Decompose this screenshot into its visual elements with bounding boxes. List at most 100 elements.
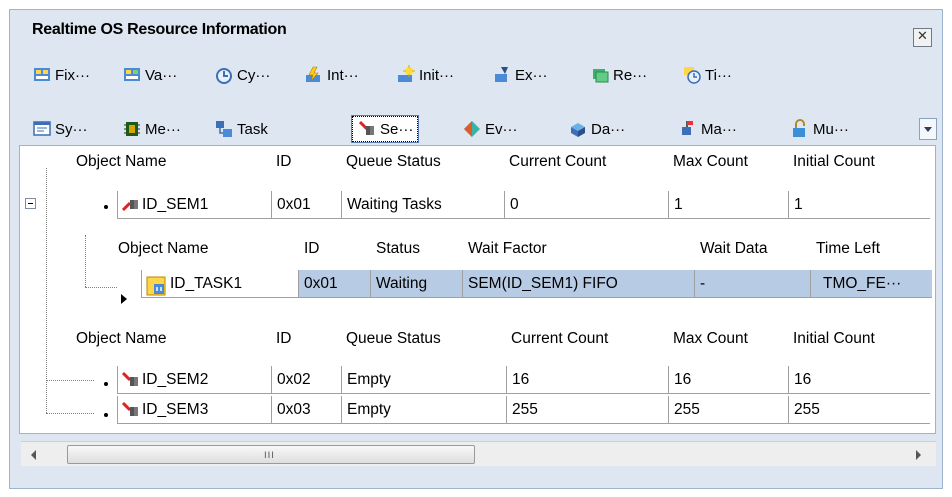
row-bullet (104, 382, 108, 386)
ready-queue-icon (590, 65, 610, 85)
scrollbar-thumb[interactable]: III (67, 445, 475, 464)
toolbar-variable-memory-button[interactable]: Va··· (122, 62, 177, 88)
table-row[interactable]: ID_SEM1 0x01 Waiting Tasks 0 1 1 (117, 191, 930, 219)
toolbar-label: Da··· (591, 120, 626, 138)
column-header-queue-status[interactable]: Queue Status (340, 325, 505, 353)
cell-initial-count: 16 (789, 366, 930, 394)
toolbar-eventflag-button[interactable]: Ev··· (462, 116, 518, 142)
column-header-current-count[interactable]: Current Count (503, 148, 667, 176)
toolbar-init-button[interactable]: Init··· (396, 62, 454, 88)
column-header-id[interactable]: ID (270, 325, 340, 353)
row-bullet (104, 413, 108, 417)
toolbar-cyclic-button[interactable]: Cy··· (214, 62, 270, 88)
toolbar-mailbox-button[interactable]: Ma··· (678, 116, 737, 142)
cell-max-count: 16 (669, 366, 789, 394)
column-header-initial-count[interactable]: Initial Count (787, 325, 930, 353)
exception-icon (492, 65, 512, 85)
cell-time-left: TMO_FE··· (811, 270, 932, 298)
toolbar-exception-button[interactable]: Ex··· (492, 62, 548, 88)
cell-queue-status: Waiting Tasks (342, 191, 505, 219)
scroll-left-icon[interactable] (31, 450, 36, 460)
column-header-object-name[interactable]: Object Name (70, 148, 270, 176)
system-state-icon (32, 119, 52, 139)
cell-id: 0x01 (299, 270, 371, 298)
cell-max-count: 255 (669, 396, 789, 424)
mailbox-icon (678, 119, 698, 139)
column-header-object-name[interactable]: Object Name (112, 235, 298, 263)
scroll-right-icon[interactable] (916, 450, 921, 460)
horizontal-scrollbar[interactable]: III (21, 441, 936, 466)
toolbar-label: Re··· (613, 66, 648, 84)
toolbar-task-button[interactable]: Task (214, 116, 268, 142)
toolbar-mutex-button[interactable]: Mu··· (790, 116, 849, 142)
column-header-id[interactable]: ID (270, 148, 340, 176)
toolbar-semaphore-button[interactable]: Se··· (350, 115, 420, 143)
semaphore-table-header: Object Name ID Queue Status Current Coun… (70, 148, 930, 176)
cell-object-name: ID_SEM3 (117, 396, 272, 424)
semaphore-icon (121, 401, 139, 419)
toolbar-label: Ti··· (705, 66, 732, 84)
table-row[interactable]: ID_SEM3 0x03 Empty 255 255 255 (117, 396, 930, 424)
column-header-queue-status[interactable]: Queue Status (340, 148, 503, 176)
toolbar-system-state-button[interactable]: Sy··· (32, 116, 88, 142)
cell-max-count: 1 (669, 191, 789, 219)
semaphore-icon (121, 371, 139, 389)
cell-id: 0x03 (272, 396, 342, 424)
toolbar-label: Me··· (145, 120, 181, 138)
column-header-id[interactable]: ID (298, 235, 370, 263)
table-row[interactable]: ID_SEM2 0x02 Empty 16 16 16 (117, 366, 930, 394)
toolbar-label: Va··· (145, 66, 178, 84)
column-header-current-count[interactable]: Current Count (505, 325, 667, 353)
toolbar-overflow-button[interactable] (919, 118, 937, 140)
cell-wait-factor: SEM(ID_SEM1) FIFO (463, 270, 695, 298)
cell-current-count: 16 (507, 366, 669, 394)
table-row[interactable]: ID_TASK1 0x01 Waiting SEM(ID_SEM1) FIFO … (141, 270, 932, 298)
collapse-toggle[interactable] (25, 198, 36, 209)
tree-line (85, 235, 86, 287)
cell-id: 0x02 (272, 366, 342, 394)
toolbar-memory-button[interactable]: Me··· (122, 116, 181, 142)
toolbar-ready-queue-button[interactable]: Re··· (590, 62, 647, 88)
column-header-object-name[interactable]: Object Name (70, 325, 270, 353)
column-header-max-count[interactable]: Max Count (667, 325, 787, 353)
column-header-time-left[interactable]: Time Left (810, 235, 932, 263)
semaphore-icon (357, 119, 377, 139)
toolbar-label: Cy··· (237, 66, 271, 84)
close-button[interactable]: ✕ (913, 28, 932, 47)
interrupt-handler-icon (304, 65, 324, 85)
semaphore-icon (121, 196, 139, 214)
column-header-max-count[interactable]: Max Count (667, 148, 787, 176)
tree-line (46, 413, 94, 414)
tree-line (46, 380, 94, 381)
tree-line (46, 168, 47, 413)
task-icon (146, 276, 166, 296)
toolbar-label: Sy··· (55, 120, 88, 138)
scrollbar-grip: III (264, 451, 275, 461)
toolbar-label: Se··· (380, 120, 414, 138)
column-header-initial-count[interactable]: Initial Count (787, 148, 930, 176)
column-header-wait-data[interactable]: Wait Data (694, 235, 810, 263)
cell-status: Waiting (371, 270, 463, 298)
fixed-memory-icon (32, 65, 52, 85)
toolbar-label: Ex··· (515, 66, 548, 84)
window-title: Realtime OS Resource Information (32, 21, 287, 38)
cell-wait-data: - (695, 270, 811, 298)
cell-object-name: ID_SEM2 (117, 366, 272, 394)
cell-initial-count: 1 (789, 191, 930, 219)
toolbar-label: Task (237, 120, 268, 138)
wait-table-header: Object Name ID Status Wait Factor Wait D… (112, 235, 932, 263)
column-header-wait-factor[interactable]: Wait Factor (462, 235, 694, 263)
task-icon (214, 119, 234, 139)
tree-line (85, 287, 117, 288)
toolbar-timer-button[interactable]: Ti··· (682, 62, 732, 88)
eventflag-icon (462, 119, 482, 139)
toolbar-fixed-memory-button[interactable]: Fix··· (32, 62, 90, 88)
toolbar-dataqueue-button[interactable]: Da··· (568, 116, 625, 142)
column-header-status[interactable]: Status (370, 235, 462, 263)
toolbar-interrupt-button[interactable]: Int··· (304, 62, 359, 88)
cell-current-count: 0 (505, 191, 669, 219)
cell-queue-status: Empty (342, 396, 507, 424)
cyclic-handler-icon (214, 65, 234, 85)
title-bar: Realtime OS Resource Information (12, 16, 940, 50)
cell-queue-status: Empty (342, 366, 507, 394)
